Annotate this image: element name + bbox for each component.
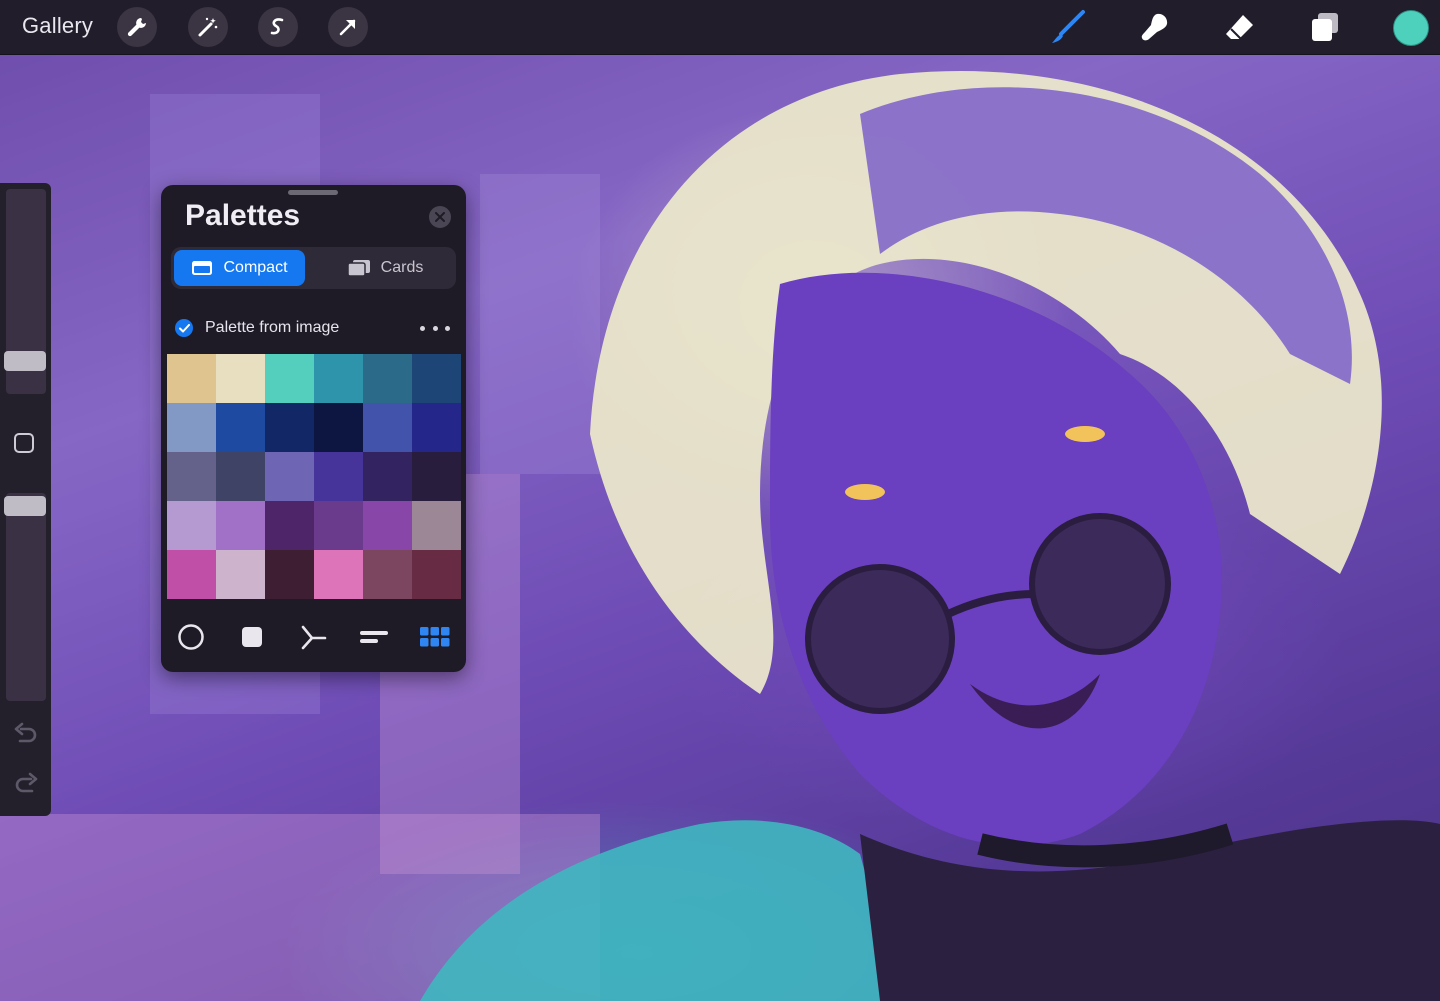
tab-cards-label: Cards	[380, 259, 424, 276]
more-dot-icon	[445, 325, 450, 331]
opacity-thumb[interactable]	[4, 496, 46, 516]
color-swatch-14[interactable]	[216, 452, 265, 501]
tab-compact[interactable]: Compact	[174, 250, 305, 286]
wrench-icon	[127, 18, 146, 37]
eraser-tool-button[interactable]	[1221, 8, 1259, 46]
swatch-grid	[167, 354, 461, 599]
eraser-icon	[1226, 15, 1253, 40]
disc-view-button[interactable]	[173, 621, 209, 653]
modify-button[interactable]	[14, 433, 34, 453]
classic-view-button[interactable]	[234, 621, 270, 653]
undo-icon[interactable]	[13, 721, 39, 747]
transform-button[interactable]	[328, 7, 368, 47]
harmony-view-button[interactable]	[295, 621, 331, 653]
color-swatch-20[interactable]	[216, 501, 265, 550]
brush-tool-button[interactable]	[1049, 8, 1087, 46]
more-dot-icon	[420, 325, 425, 331]
color-swatch-29[interactable]	[363, 550, 412, 599]
view-mode-segmented-control: Compact Cards	[171, 247, 456, 289]
color-swatch-30[interactable]	[412, 550, 461, 599]
palettes-panel: Palettes Compact Cards Palette from imag…	[161, 185, 466, 672]
gallery-button[interactable]: Gallery	[22, 13, 93, 39]
magic-wand-icon	[198, 17, 218, 37]
compact-view-icon	[192, 261, 213, 275]
color-swatch-3[interactable]	[265, 354, 314, 403]
color-swatch-26[interactable]	[216, 550, 265, 599]
color-swatch-28[interactable]	[314, 550, 363, 599]
close-button[interactable]	[429, 206, 451, 228]
color-swatch-4[interactable]	[314, 354, 363, 403]
panel-title: Palettes	[185, 199, 301, 232]
tab-cards[interactable]: Cards	[317, 250, 453, 286]
color-swatch-18[interactable]	[412, 452, 461, 501]
color-swatch-2[interactable]	[216, 354, 265, 403]
color-swatch-12[interactable]	[412, 403, 461, 452]
layers-button[interactable]	[1306, 8, 1344, 46]
color-swatch-10[interactable]	[314, 403, 363, 452]
harmony-icon	[301, 625, 327, 650]
color-swatch-24[interactable]	[412, 501, 461, 550]
opacity-slider[interactable]	[6, 493, 46, 701]
color-swatch-8[interactable]	[216, 403, 265, 452]
checkmark-icon	[178, 323, 190, 332]
color-swatch-5[interactable]	[363, 354, 412, 403]
palettes-grid-icon	[420, 627, 450, 647]
cards-view-icon	[346, 260, 370, 277]
color-swatch-17[interactable]	[363, 452, 412, 501]
color-swatch-27[interactable]	[265, 550, 314, 599]
redo-icon[interactable]	[13, 771, 39, 797]
transform-arrow-icon	[339, 19, 356, 36]
color-swatch-13[interactable]	[167, 452, 216, 501]
palette-header: Palette from image	[175, 315, 455, 341]
color-view-bar	[161, 613, 466, 661]
color-swatch-11[interactable]	[363, 403, 412, 452]
smudge-icon	[1141, 13, 1168, 41]
actions-button[interactable]	[117, 7, 157, 47]
selection-icon	[270, 18, 284, 35]
palette-options-button[interactable]	[420, 318, 450, 338]
classic-icon	[242, 627, 262, 647]
color-swatch-23[interactable]	[363, 501, 412, 550]
smudge-tool-button[interactable]	[1135, 8, 1173, 46]
selection-button[interactable]	[258, 7, 298, 47]
top-toolbar: Gallery	[0, 0, 1440, 55]
color-swatch-1[interactable]	[167, 354, 216, 403]
brush-icon	[1052, 10, 1085, 43]
color-swatch-19[interactable]	[167, 501, 216, 550]
value-view-button[interactable]	[356, 621, 392, 653]
disc-icon	[178, 624, 204, 650]
color-swatch-25[interactable]	[167, 550, 216, 599]
close-icon	[435, 212, 445, 222]
brush-size-thumb[interactable]	[4, 351, 46, 371]
value-icon	[360, 631, 388, 643]
adjustments-button[interactable]	[188, 7, 228, 47]
layers-icon	[1312, 13, 1338, 41]
color-swatch-16[interactable]	[314, 452, 363, 501]
sidebar	[0, 183, 51, 816]
color-swatch-7[interactable]	[167, 403, 216, 452]
color-swatch-6[interactable]	[412, 354, 461, 403]
default-palette-check[interactable]	[175, 319, 193, 337]
drag-handle[interactable]	[288, 190, 338, 195]
color-button[interactable]	[1393, 10, 1429, 46]
color-swatch-9[interactable]	[265, 403, 314, 452]
palettes-view-button[interactable]	[417, 621, 453, 653]
color-swatch-22[interactable]	[314, 501, 363, 550]
palette-name[interactable]: Palette from image	[205, 319, 339, 337]
more-dot-icon	[432, 325, 438, 331]
color-swatch-21[interactable]	[265, 501, 314, 550]
color-swatch-15[interactable]	[265, 452, 314, 501]
tab-compact-label: Compact	[223, 259, 288, 276]
